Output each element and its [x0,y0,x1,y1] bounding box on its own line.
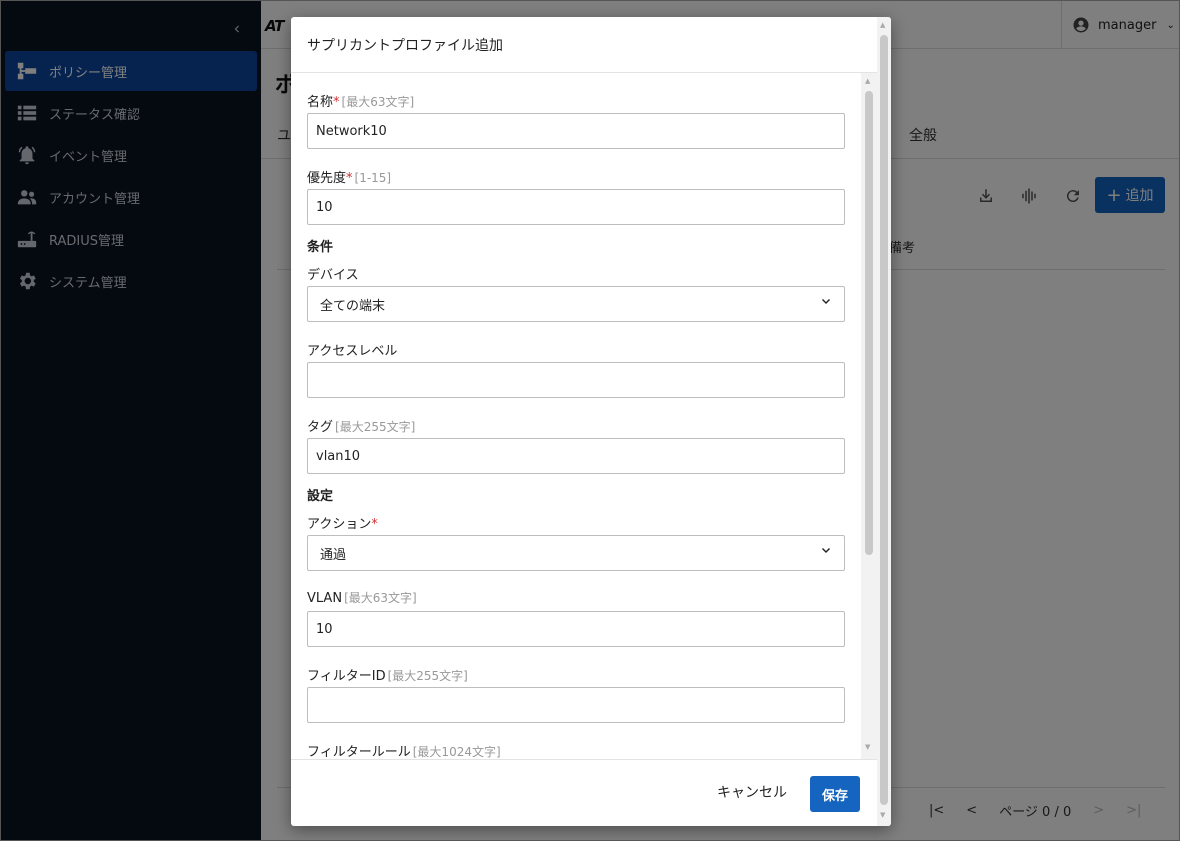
section-settings: 設定 [307,489,334,504]
app-window: ポリシー管理 ステータス確認 イベント管理 アカウント管理 RADIUS管理 [0,0,1180,841]
dialog-body-scrollbar[interactable]: ▲ ▼ [861,73,877,759]
required-mark: * [371,517,378,532]
scroll-down-icon[interactable]: ▼ [865,743,870,751]
priority-input[interactable]: 10 [307,189,845,225]
required-mark: * [346,171,353,186]
required-mark: * [333,95,340,110]
filter-rule-label: フィルタールール [最大1024文字] [307,741,501,759]
vlan-label-text: VLAN [307,591,343,606]
filter-id-label: フィルターID [最大255文字] [307,665,468,684]
cancel-button[interactable]: キャンセル [717,782,787,802]
scroll-up-icon[interactable]: ▲ [865,77,870,85]
tag-label-text: タグ [307,420,334,435]
action-select[interactable]: 通過 [307,535,845,571]
action-select-value: 通過 [320,547,347,563]
dialog-body: 名称* [最大63文字] Network10 優先度* [1-15] 10 条件 デ… [291,73,877,759]
dialog-footer: キャンセル 保存 [291,759,877,826]
filter-rule-label-text: フィルタールール [307,745,411,759]
section-condition: 条件 [307,240,334,255]
device-select-value: 全ての端末 [320,298,386,314]
save-button[interactable]: 保存 [810,776,860,812]
filter-id-hint: [最大255文字] [387,669,468,683]
priority-hint: [1-15] [354,171,392,185]
filter-id-input[interactable] [307,687,845,723]
vlan-hint: [最大63文字] [344,591,417,605]
name-input[interactable]: Network10 [307,113,845,149]
scroll-up-icon[interactable]: ▲ [880,21,885,29]
device-select[interactable]: 全ての端末 [307,286,845,322]
name-label: 名称* [最大63文字] [307,91,414,110]
name-hint: [最大63文字] [341,95,415,109]
dialog-title: サプリカントプロファイル追加 [291,17,877,73]
action-label: アクション* [307,513,378,532]
access-level-label: アクセスレベル [307,344,398,359]
vlan-input[interactable]: 10 [307,611,845,647]
dialog-scrollbar[interactable]: ▲ ▼ [877,17,891,826]
priority-label-text: 優先度 [307,171,347,186]
priority-label: 優先度* [1-15] [307,167,391,186]
scroll-down-icon[interactable]: ▼ [880,811,885,819]
tag-label: タグ [最大255文字] [307,416,415,435]
filter-rule-hint: [最大1024文字] [412,745,501,759]
tag-input[interactable]: vlan10 [307,438,845,474]
scrollbar-thumb[interactable] [865,91,873,555]
name-label-text: 名称 [307,95,334,110]
filter-id-label-text: フィルターID [307,669,386,684]
tag-hint: [最大255文字] [335,420,416,434]
vlan-label: VLAN [最大63文字] [307,589,417,606]
action-label-text: アクション [307,517,372,532]
scrollbar-thumb[interactable] [880,35,888,805]
access-level-input[interactable] [307,362,845,398]
chevron-down-icon [820,545,832,561]
chevron-down-icon [820,296,832,312]
device-label: デバイス [307,268,359,283]
add-supplicant-profile-dialog: サプリカントプロファイル追加 名称* [最大63文字] Network10 優先度… [291,17,891,826]
